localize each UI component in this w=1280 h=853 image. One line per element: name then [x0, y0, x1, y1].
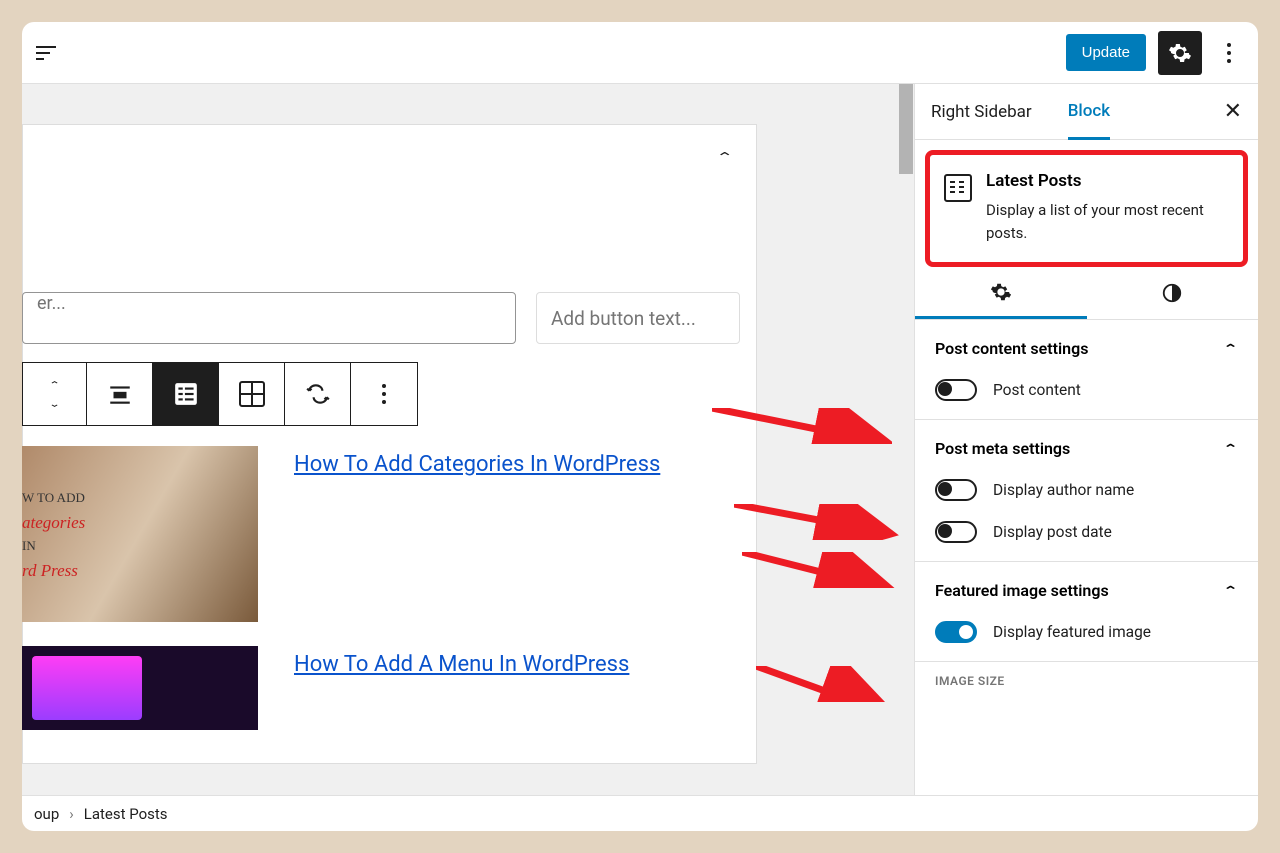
menu-toggle-icon[interactable]	[32, 39, 60, 67]
chevron-up-icon: ⌃	[1223, 584, 1238, 597]
align-icon	[107, 381, 133, 407]
more-options-button[interactable]	[1214, 31, 1244, 75]
settings-button[interactable]	[1158, 31, 1202, 75]
chevron-down-icon: ⌃	[49, 398, 61, 408]
post-item: How To Add A Menu In WordPress	[22, 646, 752, 730]
settings-tab-styles[interactable]	[1087, 267, 1259, 319]
swap-icon	[305, 381, 331, 407]
toggle-label: Post content	[993, 381, 1081, 399]
settings-sidebar: Right Sidebar Block ✕ Latest Posts Displ…	[914, 84, 1258, 795]
collapse-caret-icon[interactable]: ⌃	[716, 150, 734, 165]
post-title-link[interactable]: How To Add Categories In WordPress	[294, 446, 660, 622]
latest-posts-block[interactable]: W TO ADD ategories IN rd Press How To Ad…	[22, 446, 752, 754]
button-text-input[interactable]: Add button text...	[536, 292, 740, 344]
settings-tab-settings[interactable]	[915, 267, 1087, 319]
breadcrumb-item[interactable]: oup	[34, 805, 59, 823]
block-breadcrumb: oup › Latest Posts	[22, 795, 1258, 831]
update-button[interactable]: Update	[1066, 34, 1146, 71]
toggle-post-content[interactable]	[935, 379, 977, 401]
kebab-icon	[382, 384, 386, 404]
list-icon	[173, 381, 199, 407]
contrast-icon	[1161, 282, 1183, 304]
toggle-featured-image[interactable]	[935, 621, 977, 643]
kebab-icon	[1227, 43, 1231, 63]
panel-header[interactable]: Post content settings ⌃	[935, 338, 1238, 359]
block-settings-tabs	[915, 267, 1258, 320]
chevron-right-icon: ›	[69, 805, 74, 823]
toggle-label: Display author name	[993, 481, 1134, 499]
post-thumbnail: W TO ADD ategories IN rd Press	[22, 446, 258, 622]
latest-posts-icon	[944, 174, 972, 202]
panel-post-meta: Post meta settings ⌃ Display author name…	[915, 420, 1258, 562]
panel-header[interactable]: Post meta settings ⌃	[935, 438, 1238, 459]
top-toolbar: Update	[22, 22, 1258, 84]
tab-right-sidebar[interactable]: Right Sidebar	[931, 86, 1032, 138]
annotation-arrow	[742, 552, 914, 588]
toolbar-more[interactable]	[351, 363, 417, 425]
gear-icon	[1168, 41, 1192, 65]
block-title: Latest Posts	[986, 171, 1229, 191]
chevron-up-icon: ⌃	[1223, 342, 1238, 355]
panel-header[interactable]: Featured image settings ⌃	[935, 580, 1238, 601]
toggle-post-date[interactable]	[935, 521, 977, 543]
toggle-label: Display post date	[993, 523, 1112, 541]
post-title-link[interactable]: How To Add A Menu In WordPress	[294, 646, 629, 730]
gear-icon	[990, 281, 1012, 303]
block-info-card: Latest Posts Display a list of your most…	[925, 150, 1248, 267]
editor-canvas[interactable]: ⌃ er... Add button text... ⌃ ⌃	[22, 84, 914, 795]
toolbar-list-view[interactable]	[153, 363, 219, 425]
scrollbar-track[interactable]	[898, 84, 914, 795]
toolbar-grid[interactable]	[219, 363, 285, 425]
post-item: W TO ADD ategories IN rd Press How To Ad…	[22, 446, 752, 622]
tab-block[interactable]: Block	[1068, 85, 1110, 140]
toggle-label: Display featured image	[993, 623, 1151, 641]
chevron-up-icon: ⌃	[49, 380, 61, 390]
breadcrumb-item[interactable]: Latest Posts	[84, 805, 168, 823]
grid-icon	[239, 381, 265, 407]
search-input[interactable]: er...	[22, 292, 516, 344]
annotation-arrow	[734, 504, 914, 540]
toolbar-transform[interactable]	[285, 363, 351, 425]
block-description: Display a list of your most recent posts…	[986, 199, 1229, 244]
scrollbar-thumb[interactable]	[899, 84, 913, 174]
image-size-label: IMAGE SIZE	[915, 662, 1258, 688]
chevron-up-icon: ⌃	[1223, 442, 1238, 455]
toolbar-align[interactable]	[87, 363, 153, 425]
panel-featured-image: Featured image settings ⌃ Display featur…	[915, 562, 1258, 662]
toggle-author-name[interactable]	[935, 479, 977, 501]
block-toolbar: ⌃ ⌃	[22, 362, 418, 426]
sidebar-tabs: Right Sidebar Block ✕	[915, 84, 1258, 140]
panel-post-content: Post content settings ⌃ Post content	[915, 320, 1258, 420]
annotation-arrow	[756, 666, 914, 702]
post-thumbnail	[22, 646, 258, 730]
toolbar-move[interactable]: ⌃ ⌃	[23, 363, 87, 425]
close-sidebar-button[interactable]: ✕	[1224, 99, 1242, 124]
